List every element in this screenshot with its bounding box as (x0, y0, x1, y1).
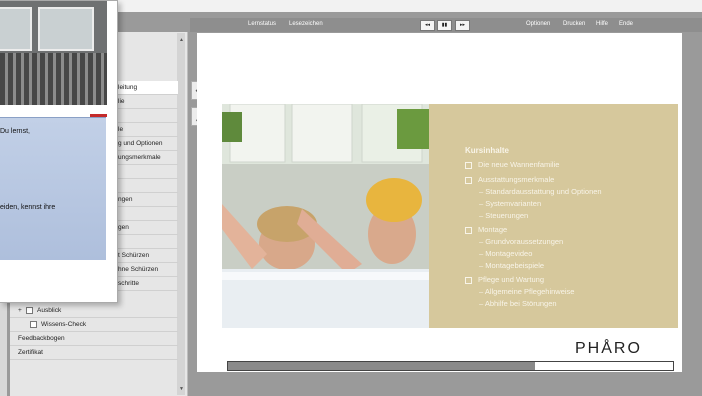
contents-item[interactable]: Montage (465, 225, 507, 234)
optionen-link[interactable]: Optionen (526, 21, 550, 27)
contents-heading: Kursinhalte (465, 146, 510, 155)
checkbox-icon (465, 226, 472, 234)
checkbox-icon (465, 176, 472, 184)
rewind-button[interactable]: ◂◂ (420, 20, 435, 31)
contents-subitem[interactable]: – Abhilfe bei Störungen (479, 299, 557, 308)
contents-item[interactable]: Pflege und Wartung (465, 275, 544, 284)
nav-item-feedbackbogen[interactable]: Feedbackbogen (10, 332, 178, 346)
contents-subitem[interactable]: – Montagebeispiele (479, 261, 544, 270)
nav-item-wissens-check[interactable]: Wissens-Check (10, 318, 178, 332)
brand-logo: PHÅRO (575, 340, 642, 357)
drucken-link[interactable]: Drucken (563, 21, 585, 27)
player-toolbar: Lernstatus Lesezeichen ◂◂ ▮▮ ▸▸ Optionen… (190, 18, 702, 32)
pause-button[interactable]: ▮▮ (437, 20, 452, 31)
contents-subitem[interactable]: – Systemvarianten (479, 199, 541, 208)
checkbox-icon (26, 306, 33, 314)
contents-subitem[interactable]: – Allgemeine Pflegehinweise (479, 287, 574, 296)
contents-subitem[interactable]: – Montagevideo (479, 249, 532, 258)
checkbox-icon (465, 161, 472, 169)
nav-item-zertifikat[interactable]: Zertifikat (10, 346, 178, 360)
checkbox-icon (30, 320, 37, 328)
nav-item-ausblick[interactable]: + Ausblick (10, 304, 178, 318)
slide-photo (222, 104, 429, 328)
intro-popup: Du lernst, eiden, kennst ihre (0, 0, 118, 303)
navigation-scrollbar[interactable] (177, 33, 185, 395)
contents-subitem[interactable]: – Standardausstattung und Optionen (479, 187, 602, 196)
forward-button[interactable]: ▸▸ (455, 20, 470, 31)
expand-icon[interactable]: + (18, 304, 26, 317)
contents-subitem[interactable]: – Steuerungen (479, 211, 528, 220)
lesezeichen-link[interactable]: Lesezeichen (289, 21, 323, 27)
hilfe-link[interactable]: Hilfe (596, 21, 608, 27)
ende-link[interactable]: Ende (619, 21, 633, 27)
contents-item[interactable]: Die neue Wannenfamilie (465, 160, 559, 169)
lernstatus-link[interactable]: Lernstatus (248, 21, 276, 27)
course-contents-panel: Kursinhalte Die neue Wannenfamilie Ausst… (429, 104, 678, 328)
contents-subitem[interactable]: – Grundvoraussetzungen (479, 237, 563, 246)
contents-item[interactable]: Ausstattungsmerkmale (465, 175, 554, 184)
popup-image (0, 1, 107, 105)
popup-text-line: Du lernst, (0, 128, 30, 135)
scroll-up-icon[interactable]: ▲ (179, 37, 184, 43)
checkbox-icon (465, 276, 472, 284)
slide-progress-bar[interactable] (227, 361, 674, 371)
popup-text-area: Du lernst, eiden, kennst ihre (0, 117, 106, 260)
scroll-down-icon[interactable]: ▼ (179, 386, 184, 392)
popup-text-line: eiden, kennst ihre (0, 204, 56, 211)
progress-fill (228, 362, 536, 370)
